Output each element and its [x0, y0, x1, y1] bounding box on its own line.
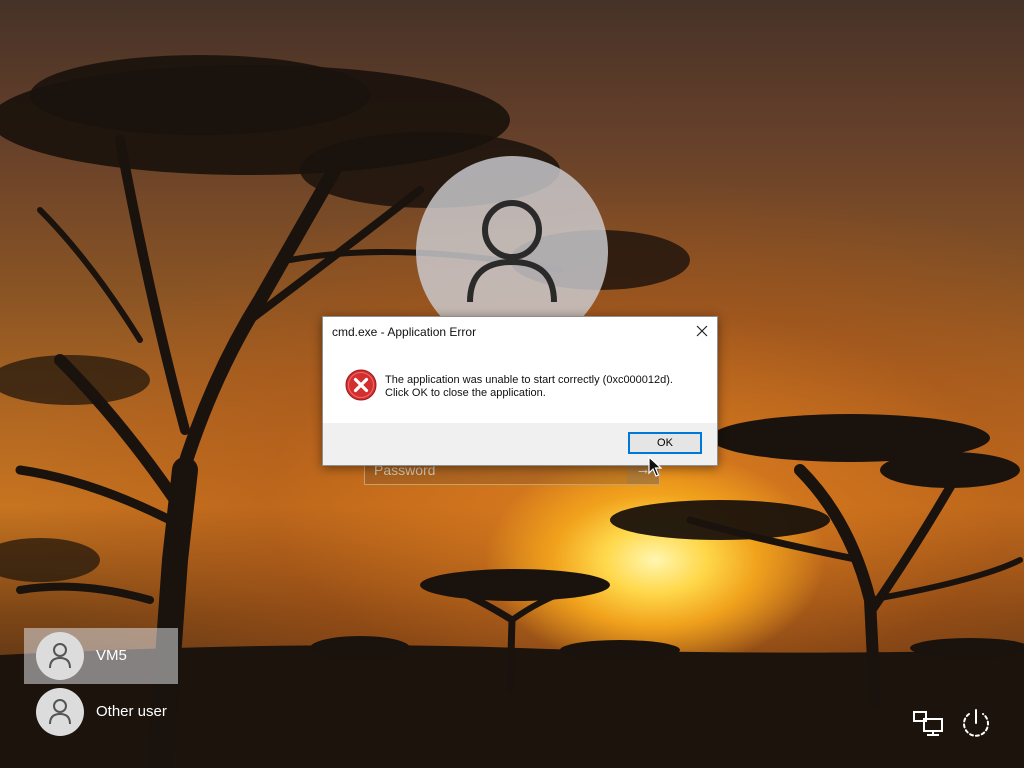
power-icon[interactable] [959, 706, 993, 740]
avatar [36, 688, 84, 736]
error-message: The application was unable to start corr… [385, 374, 673, 400]
user-tile-vm5[interactable]: VM5 [24, 628, 178, 684]
user-icon [49, 699, 71, 725]
dialog-titlebar[interactable]: cmd.exe - Application Error [323, 317, 717, 347]
network-icon[interactable] [911, 706, 945, 740]
mouse-cursor-icon [648, 456, 662, 477]
user-icon [49, 643, 71, 669]
user-tile-other-user[interactable]: Other user [24, 684, 178, 740]
dialog-title: cmd.exe - Application Error [332, 325, 477, 339]
dialog-close-button[interactable] [687, 317, 717, 345]
close-icon [696, 325, 708, 337]
error-icon [345, 369, 377, 401]
error-message-line1: The application was unable to start corr… [385, 374, 673, 386]
user-name: Other user [96, 703, 167, 720]
user-name: VM5 [96, 647, 127, 664]
ok-button[interactable]: OK [628, 432, 702, 454]
avatar [36, 632, 84, 680]
error-message-line2: Click OK to close the application. [385, 387, 546, 399]
user-icon [467, 200, 557, 303]
application-error-dialog: cmd.exe - Application Error The applicat… [322, 316, 718, 466]
